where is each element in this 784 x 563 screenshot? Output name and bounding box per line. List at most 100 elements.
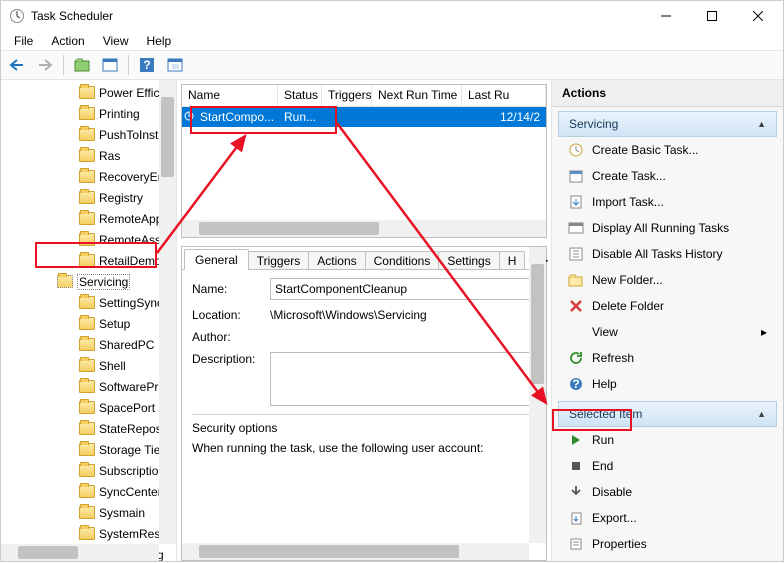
action-create-task[interactable]: Create Task... — [558, 163, 777, 189]
action-refresh[interactable]: Refresh — [558, 345, 777, 371]
tree-item-subscriptio[interactable]: Subscriptio — [1, 460, 159, 481]
maximize-button[interactable] — [689, 2, 735, 30]
action-help[interactable]: ?Help — [558, 371, 777, 397]
folder-icon — [79, 149, 95, 162]
tree-item-label: Ras — [99, 149, 120, 163]
tree-item-power effic[interactable]: Power Effic — [1, 82, 159, 103]
action-label: Create Task... — [592, 169, 666, 183]
folder-icon — [79, 212, 95, 225]
actions-section-selected[interactable]: Selected Item▲ — [558, 401, 777, 427]
action-export[interactable]: Export... — [558, 505, 777, 531]
titlebar: Task Scheduler — [1, 1, 783, 31]
menu-view[interactable]: View — [96, 33, 136, 49]
description-label: Description: — [192, 352, 270, 366]
actions-section-servicing[interactable]: Servicing▲ — [558, 111, 777, 137]
toolbar-window-button[interactable] — [163, 53, 187, 77]
forward-button[interactable] — [33, 53, 57, 77]
task-nextrun: 12/14/2 — [372, 110, 546, 124]
col-lastrun[interactable]: Last Ru — [462, 85, 546, 106]
tree-item-servicing[interactable]: Servicing — [1, 271, 159, 292]
tab-settings[interactable]: Settings — [438, 251, 499, 270]
menubar: File Action View Help — [1, 31, 783, 50]
tree-item-remoteapp[interactable]: RemoteApp — [1, 208, 159, 229]
back-button[interactable] — [5, 53, 29, 77]
tree-item-printing[interactable]: Printing — [1, 103, 159, 124]
action-display-all-running-tasks[interactable]: Display All Running Tasks — [558, 215, 777, 241]
tab-general[interactable]: General — [184, 249, 249, 270]
action-label: End — [592, 459, 613, 473]
tree-item-statereposi[interactable]: StateReposi — [1, 418, 159, 439]
tree-item-spaceport[interactable]: SpacePort — [1, 397, 159, 418]
details-scrollbar-h[interactable] — [182, 543, 529, 560]
tree-item-recoveryen[interactable]: RecoveryEn — [1, 166, 159, 187]
tree-item-softwarepr[interactable]: SoftwarePr — [1, 376, 159, 397]
tree-item-label: RecoveryEn — [99, 170, 164, 184]
action-delete-folder[interactable]: Delete Folder — [558, 293, 777, 319]
details-scrollbar-v[interactable] — [529, 247, 546, 543]
minimize-button[interactable] — [643, 2, 689, 30]
action-create-basic-task[interactable]: Create Basic Task... — [558, 137, 777, 163]
col-triggers[interactable]: Triggers — [322, 85, 372, 106]
action-disable-all-tasks-history[interactable]: Disable All Tasks History — [558, 241, 777, 267]
folder-icon — [79, 401, 95, 414]
folder-icon — [79, 338, 95, 351]
menu-file[interactable]: File — [7, 33, 40, 49]
folder-icon — [79, 170, 95, 183]
tree-item-shell[interactable]: Shell — [1, 355, 159, 376]
col-status[interactable]: Status — [278, 85, 322, 106]
tree-item-sharedpc[interactable]: SharedPC — [1, 334, 159, 355]
tree-item-retaildemo[interactable]: RetailDemo — [1, 250, 159, 271]
toolbar-help-button[interactable]: ? — [135, 53, 159, 77]
tab-triggers[interactable]: Triggers — [248, 251, 310, 270]
action-properties[interactable]: Properties — [558, 531, 777, 557]
action-disable[interactable]: Disable — [558, 479, 777, 505]
description-input[interactable] — [270, 352, 536, 406]
tab-conditions[interactable]: Conditions — [365, 251, 440, 270]
tree-scrollbar-h[interactable] — [1, 544, 159, 561]
tree-item-registry[interactable]: Registry — [1, 187, 159, 208]
list-scrollbar-h[interactable] — [182, 220, 546, 237]
tab-actions[interactable]: Actions — [308, 251, 365, 270]
task-list: Name Status Triggers Next Run Time Last … — [181, 84, 547, 238]
folder-icon — [79, 296, 95, 309]
menu-action[interactable]: Action — [44, 33, 91, 49]
tree-item-setup[interactable]: Setup — [1, 313, 159, 334]
folder-icon — [79, 485, 95, 498]
security-options-header: Security options — [192, 414, 536, 435]
tree-item-label: Shell — [99, 359, 126, 373]
tree-item-pushtoinsta[interactable]: PushToInsta — [1, 124, 159, 145]
tree-item-label: RemoteApp — [99, 212, 162, 226]
action-end[interactable]: End — [558, 453, 777, 479]
tree-item-label: Registry — [99, 191, 143, 205]
action-label: Run — [592, 433, 614, 447]
action-import-task[interactable]: Import Task... — [558, 189, 777, 215]
action-run[interactable]: Run — [558, 427, 777, 453]
action-label: View — [592, 325, 618, 339]
action-icon — [568, 298, 584, 314]
tree-item-settingsync[interactable]: SettingSync — [1, 292, 159, 313]
menu-help[interactable]: Help — [140, 33, 179, 49]
folder-icon — [79, 128, 95, 141]
task-row[interactable]: StartCompo... Run... 12/14/2 — [182, 107, 546, 127]
name-input[interactable] — [270, 278, 536, 300]
tree-item-systemrest[interactable]: SystemRest — [1, 523, 159, 544]
tab-history[interactable]: H — [499, 251, 526, 270]
toolbar-panel-button[interactable] — [98, 53, 122, 77]
col-name[interactable]: Name — [182, 85, 278, 106]
col-nextrun[interactable]: Next Run Time — [372, 85, 462, 106]
tree-panel: Power EfficPrintingPushToInsta Ras Recover… — [1, 80, 177, 561]
tree-item-label: Setup — [99, 317, 130, 331]
tree-item-label: Servicing — [77, 274, 130, 290]
tree-item-sysmain[interactable]: Sysmain — [1, 502, 159, 523]
action-icon — [568, 272, 584, 288]
tree-item-synccenter[interactable]: SyncCenter — [1, 481, 159, 502]
tree-item-storage tie[interactable]: Storage Tie — [1, 439, 159, 460]
action-view[interactable]: View▸ — [558, 319, 777, 345]
tree-item-remoteass[interactable]: RemoteAss — [1, 229, 159, 250]
tree-scrollbar-v[interactable] — [159, 80, 176, 544]
close-button[interactable] — [735, 2, 781, 30]
tree-item-label: SyncCenter — [99, 485, 162, 499]
action-new-folder[interactable]: New Folder... — [558, 267, 777, 293]
toolbar-folder-button[interactable] — [70, 53, 94, 77]
tree-item-ras[interactable]: Ras — [1, 145, 159, 166]
